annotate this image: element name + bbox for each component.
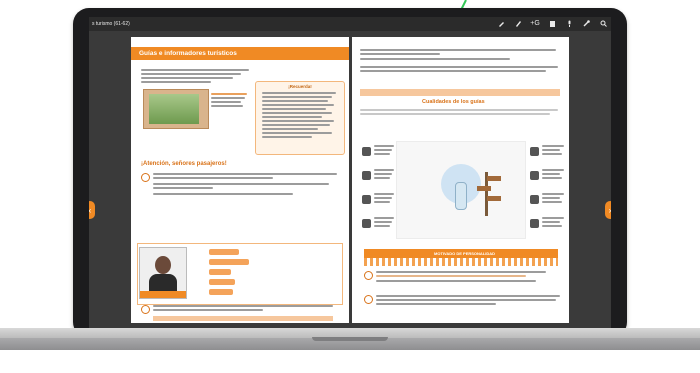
illustration-sign: [487, 196, 501, 201]
quality-text: [542, 193, 566, 205]
next-page-button[interactable]: ›: [605, 201, 611, 219]
intro-text: [141, 69, 251, 85]
tourists-photo: [143, 89, 209, 129]
quality-text: [374, 145, 396, 157]
answer-pill[interactable]: [209, 249, 239, 255]
exercise-instructions: [376, 295, 562, 307]
guide-illustration: [396, 141, 526, 239]
clipboard-icon[interactable]: [548, 19, 556, 27]
illustration-guide-figure: [455, 182, 467, 210]
photo-caption: [211, 93, 249, 109]
toolbar-icons: +G: [497, 19, 607, 27]
building-icon: [362, 171, 371, 180]
portrait-caption: [140, 291, 186, 298]
laptop-screen: s turismo (61-62) +G ‹: [89, 17, 611, 329]
section-header: Guías e informadores turísticos: [131, 47, 349, 60]
document-title: s turismo (61-62): [92, 21, 130, 27]
people-icon: [362, 195, 371, 204]
photo-content: [149, 94, 199, 124]
diagram-intro: [360, 109, 560, 117]
word-bank: [360, 89, 560, 96]
quality-text: [542, 169, 566, 181]
illustration-sign: [487, 176, 501, 181]
quality-text: [374, 217, 396, 229]
search-icon[interactable]: [599, 19, 607, 27]
exercise-number-marker: [141, 305, 150, 314]
personality-banner: MOTIVADO DE PERSONALIDAD: [364, 249, 558, 258]
quality-text: [542, 145, 566, 157]
exercise-heading: ¡Atención, señores pasajeros!: [141, 161, 227, 167]
answer-pill[interactable]: [209, 289, 233, 295]
reader-toolbar: s turismo (61-62) +G: [89, 17, 611, 31]
tools-icon: [530, 147, 539, 156]
exercise-instructions: [376, 271, 562, 284]
diagram-title: Cualidades de los guías: [422, 99, 485, 105]
wrench-icon[interactable]: [582, 19, 590, 27]
text-size-icon[interactable]: +G: [530, 19, 540, 27]
reminder-callout: ¡Recuerda!: [255, 81, 345, 155]
exercise-instructions: [153, 173, 339, 197]
quality-text: [374, 169, 396, 181]
previous-page-button[interactable]: ‹: [89, 201, 95, 219]
exercise-number-marker: [141, 173, 150, 182]
right-page: Cualidades de los guías MOTIVADO DE PERS…: [352, 37, 569, 323]
left-page: Guías e informadores turísticos ¡Recuerd…: [131, 37, 349, 323]
chevron-left-icon: ‹: [89, 206, 91, 215]
answer-pill[interactable]: [209, 259, 249, 265]
portrait-face: [155, 256, 171, 274]
microphone-icon[interactable]: [565, 19, 573, 27]
answer-pill[interactable]: [209, 279, 235, 285]
computer-icon: [362, 147, 371, 156]
reminder-title: ¡Recuerda!: [288, 84, 312, 89]
exercise-number-marker: [364, 271, 373, 280]
guide-portrait: [139, 247, 187, 299]
personality-banner-title: MOTIVADO DE PERSONALIDAD: [434, 251, 496, 256]
exercise-instructions: [153, 305, 339, 313]
illustration-sign: [477, 186, 491, 191]
answer-strip[interactable]: [153, 316, 333, 321]
group-icon: [530, 171, 539, 180]
chevron-right-icon: ›: [609, 206, 611, 215]
map-icon: [362, 219, 371, 228]
exercise-number-marker: [364, 295, 373, 304]
pencil-icon[interactable]: [497, 19, 505, 27]
suitcase-icon: [530, 195, 539, 204]
answer-pill[interactable]: [209, 269, 231, 275]
quality-text: [542, 217, 566, 229]
book-viewer: ‹ › Guías e informadores turísticos: [89, 31, 611, 329]
section-title: Guías e informadores turísticos: [139, 50, 237, 57]
reminder-text: [262, 92, 338, 140]
quality-text: [374, 193, 396, 205]
laptop-notch: [312, 337, 388, 341]
question-text: [360, 49, 560, 74]
highlighter-icon[interactable]: [514, 19, 522, 27]
banner-pattern: [364, 258, 558, 266]
clock-icon: [530, 219, 539, 228]
